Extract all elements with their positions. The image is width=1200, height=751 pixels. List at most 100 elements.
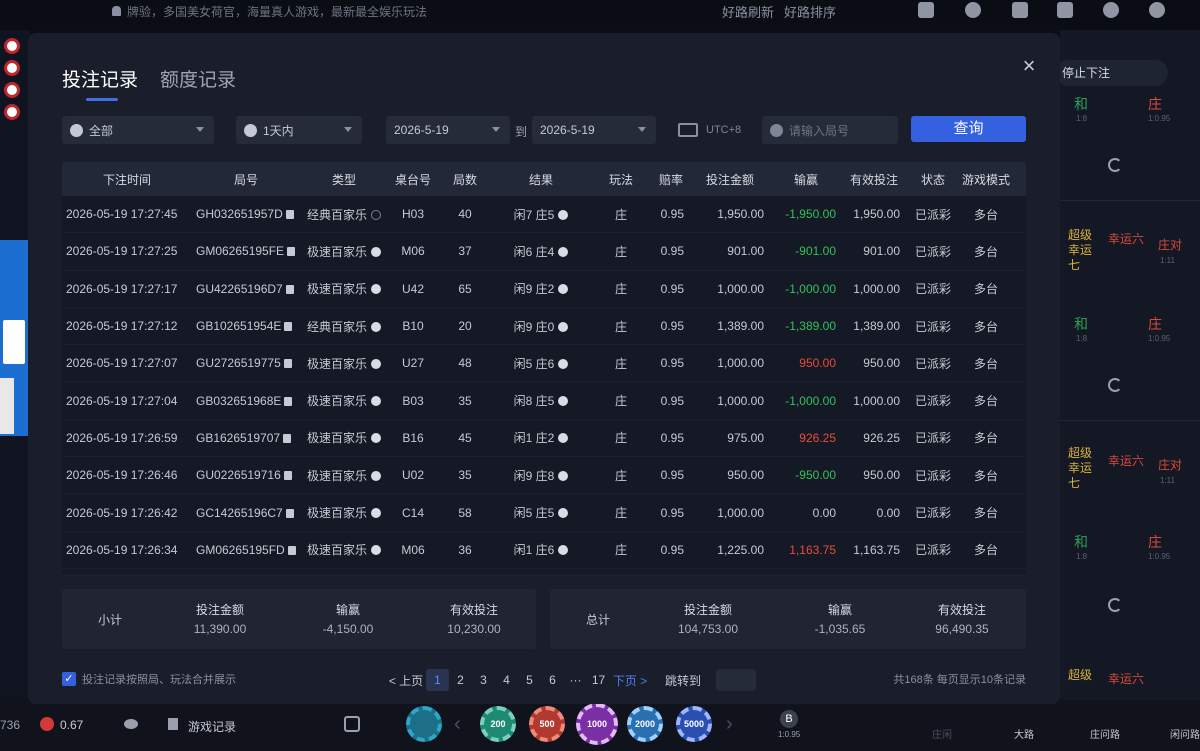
tab-credit-records[interactable]: 额度记录 [160,65,236,92]
tie-label[interactable]: 和 [1074,314,1088,334]
chip[interactable]: 500 [529,706,565,742]
help-icon[interactable] [965,2,981,18]
copy-icon[interactable] [283,359,292,369]
jump-page-input[interactable] [716,669,756,691]
banker-b-icon[interactable]: B [780,710,798,728]
road-tab[interactable]: 闲问路 [1170,726,1200,741]
banker-label[interactable]: 庄 [1148,314,1162,334]
merge-checkbox[interactable]: ✓ [62,672,76,686]
road-tab[interactable]: 庄问路 [1090,726,1120,741]
play-video-icon[interactable] [371,545,381,556]
swap-icon[interactable] [344,716,360,732]
page-button[interactable]: 17 [587,673,610,687]
info-icon[interactable] [558,433,569,444]
play-video-icon[interactable] [371,358,381,369]
round-id-input[interactable]: 请输入局号 [762,116,898,144]
info-icon[interactable] [558,284,569,295]
info-icon[interactable] [558,321,569,332]
chevron-right-icon[interactable]: › [726,713,733,736]
page-button[interactable]: 4 [495,673,518,687]
chip[interactable]: 5000 [676,706,712,742]
tie-label[interactable]: 和 [1074,532,1088,552]
play-video-icon[interactable] [371,433,381,444]
bet-time-text: 2026-05-19 17:26:46 [66,468,178,483]
road-tab[interactable]: 庄闲 [932,726,952,741]
bet-type: 庄 [590,392,652,409]
camera-icon[interactable] [1012,2,1028,18]
lucky-six-label[interactable]: 幸运六 [1108,452,1144,469]
chevron-left-icon[interactable]: ‹ [454,713,461,736]
play-video-icon[interactable] [371,246,381,257]
copy-icon[interactable] [284,322,293,332]
info-icon[interactable] [558,209,569,220]
play-video-icon[interactable] [371,396,381,407]
lucky-six-label[interactable]: 幸运六 [1108,230,1144,247]
page-button[interactable]: 6 [541,673,564,687]
info-icon[interactable] [558,246,569,257]
copy-icon[interactable] [283,433,292,443]
date-from-picker[interactable]: 2026-5-19 [386,116,510,144]
result-text: 闲7 庄5 [513,207,555,222]
refresh-roads-link[interactable]: 好路刷新 [722,2,774,21]
road-tab[interactable]: 大路 [1014,726,1034,741]
play-video-icon[interactable] [371,284,381,295]
super-lucky-seven-label[interactable]: 超级幸运七 [1068,228,1098,273]
banker-label[interactable]: 庄 [1148,94,1162,114]
play-video-icon[interactable] [371,508,381,519]
date-to-picker[interactable]: 2026-5-19 [532,116,656,144]
play-video-icon[interactable] [371,321,381,332]
info-icon[interactable] [558,508,569,519]
banker-label[interactable]: 庄 [1148,532,1162,552]
eye-icon[interactable] [124,719,138,729]
sound-icon[interactable] [1057,2,1073,18]
banker-pair-label[interactable]: 庄对 [1158,236,1182,253]
game-record-link[interactable]: 游戏记录 [188,718,236,735]
chip[interactable]: 200 [480,706,516,742]
game-filter-select[interactable]: 全部 [62,116,214,144]
prev-page-button[interactable]: < 上页 [386,672,426,689]
info-icon[interactable] [558,396,569,407]
refresh-icon[interactable] [1108,378,1122,392]
game-type: 经典百家乐 [300,206,388,223]
info-icon[interactable] [558,358,569,369]
tie-label[interactable]: 和 [1074,94,1088,114]
copy-icon[interactable] [283,471,292,481]
history-icon[interactable] [918,2,934,18]
total-valid: 有效投注 96,490.35 [912,601,1012,636]
refresh-icon[interactable] [1108,158,1122,172]
copy-icon[interactable] [287,545,296,555]
super-label[interactable]: 超级 [1068,666,1092,683]
info-icon[interactable] [558,470,569,481]
page-button[interactable]: 5 [518,673,541,687]
refresh-icon[interactable] [1108,598,1122,612]
page-button[interactable]: 2 [449,673,472,687]
super-lucky-seven-label[interactable]: 超级幸运七 [1068,446,1098,491]
odds: 1:11 [1160,476,1175,485]
lucky-six-label[interactable]: 幸运六 [1108,670,1144,687]
copy-icon[interactable] [287,247,296,257]
banker-pair-label[interactable]: 庄对 [1158,456,1182,473]
next-page-button[interactable]: 下页 > [610,672,650,689]
info-icon[interactable] [558,545,569,556]
copy-icon[interactable] [284,396,293,406]
close-icon[interactable]: × [1018,55,1040,77]
tab-bet-records[interactable]: 投注记录 [62,65,138,101]
query-button[interactable]: 查询 [911,116,1026,142]
page-button[interactable]: 3 [472,673,495,687]
table-card-preview[interactable] [0,240,28,436]
copy-icon[interactable] [285,210,294,220]
play-video-icon[interactable] [371,470,381,481]
chip-settings-icon[interactable] [406,706,442,742]
gear-icon[interactable] [1149,2,1165,18]
sort-roads-link[interactable]: 好路排序 [784,2,836,21]
copy-icon[interactable] [285,284,294,294]
chip[interactable]: 2000 [627,706,663,742]
page-button[interactable]: 1 [426,669,449,691]
chip-selected[interactable]: 1000 [576,703,618,745]
period-filter-select[interactable]: 1天内 [236,116,362,144]
play-video-icon[interactable] [371,209,381,220]
copy-icon[interactable] [285,508,294,518]
chip-icon[interactable] [1103,2,1119,18]
road-marker [4,60,20,76]
game-mode-text: 多台 [973,356,998,371]
